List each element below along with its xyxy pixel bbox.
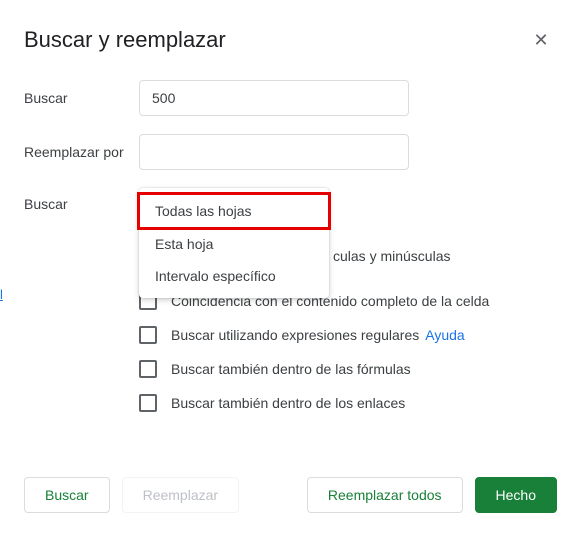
search-scope-row: Buscar Todas las hojas Esta hoja Interva… [24, 188, 557, 212]
regex-row: Buscar utilizando expresiones regulares … [139, 326, 557, 344]
dialog-title: Buscar y reemplazar [24, 27, 226, 53]
links-row: Buscar también dentro de los enlaces [139, 394, 557, 412]
checkboxes-section: Coincidencia con el contenido completo d… [139, 292, 557, 412]
scope-dropdown-menu: Todas las hojas Esta hoja Intervalo espe… [139, 188, 329, 298]
close-icon: ✕ [533, 30, 548, 51]
done-button[interactable]: Hecho [475, 477, 557, 513]
match-case-partial-text: culas y minúsculas [333, 248, 451, 264]
links-checkbox[interactable] [139, 394, 157, 412]
dialog-buttons: Buscar Reemplazar Reemplazar todos Hecho [24, 477, 557, 513]
search-input[interactable] [139, 80, 409, 116]
replace-button: Reemplazar [122, 477, 239, 513]
button-spacer [251, 477, 295, 513]
links-label: Buscar también dentro de los enlaces [171, 395, 405, 411]
dropdown-option-this-sheet[interactable]: Esta hoja [139, 228, 329, 260]
dropdown-option-all-sheets[interactable]: Todas las hojas [139, 194, 329, 228]
search-button[interactable]: Buscar [24, 477, 110, 513]
dialog-header: Buscar y reemplazar ✕ [24, 24, 557, 56]
close-button[interactable]: ✕ [525, 24, 557, 56]
search-field-row: Buscar [24, 80, 557, 116]
replace-label: Reemplazar por [24, 144, 139, 160]
formulas-checkbox[interactable] [139, 360, 157, 378]
regex-help-link[interactable]: Ayuda [425, 327, 464, 343]
formulas-label: Buscar también dentro de las fórmulas [171, 361, 411, 377]
replace-input[interactable] [139, 134, 409, 170]
search-label: Buscar [24, 90, 139, 106]
regex-label: Buscar utilizando expresiones regulares [171, 327, 419, 343]
scope-label: Buscar [24, 188, 139, 212]
dropdown-option-specific-range[interactable]: Intervalo específico [139, 260, 329, 292]
find-replace-dialog: Buscar y reemplazar ✕ Buscar Reemplazar … [0, 0, 581, 537]
replace-all-button[interactable]: Reemplazar todos [307, 477, 463, 513]
regex-checkbox[interactable] [139, 326, 157, 344]
replace-field-row: Reemplazar por [24, 134, 557, 170]
formulas-row: Buscar también dentro de las fórmulas [139, 360, 557, 378]
